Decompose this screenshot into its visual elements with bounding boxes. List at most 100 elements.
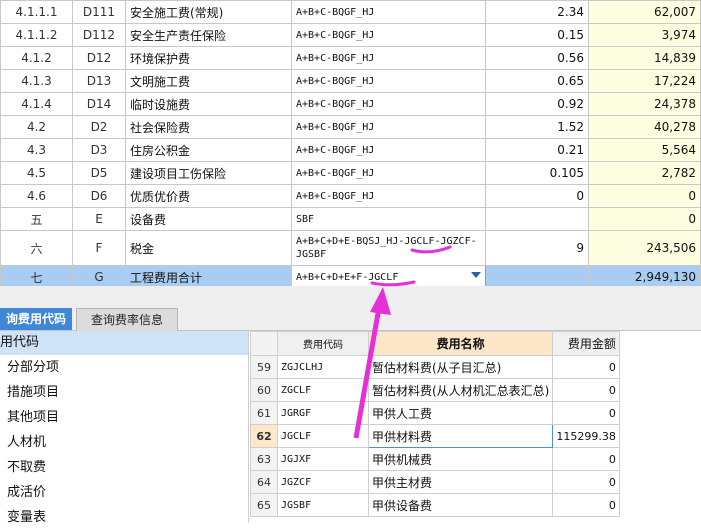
- tree-item[interactable]: 人材机: [0, 430, 248, 455]
- fee-formula-cell[interactable]: A+B+C-BQGF_HJ: [291, 23, 486, 47]
- fee-code-cell[interactable]: D14: [72, 92, 126, 116]
- fee-code-name-cell[interactable]: 甲供主材费: [367, 470, 554, 494]
- fee-formula-cell[interactable]: A+B+C-BQGF_HJ: [291, 69, 486, 93]
- fee-name-cell[interactable]: 环境保护费: [125, 46, 292, 70]
- fee-name-cell[interactable]: 安全施工费(常规): [125, 0, 292, 24]
- tree-root-item[interactable]: 用代码: [0, 331, 248, 355]
- fee-row[interactable]: 4.6 D6 优质优价费 A+B+C-BQGF_HJ 0 0: [0, 184, 701, 208]
- fee-seq-cell: 4.1.1.1: [0, 0, 73, 24]
- fee-code-cell[interactable]: D12: [72, 46, 126, 70]
- tree-item[interactable]: 其他项目: [0, 405, 248, 430]
- fee-formula-cell[interactable]: A+B+C-BQGF_HJ: [291, 46, 486, 70]
- fee-formula-cell[interactable]: SBF: [291, 207, 486, 231]
- fee-formula-cell[interactable]: A+B+C-BQGF_HJ: [291, 138, 486, 162]
- fee-rate-cell[interactable]: 0.65: [485, 69, 589, 93]
- fee-code-name-cell[interactable]: 暂估材料费(从子目汇总): [367, 355, 554, 379]
- fee-code-row[interactable]: 59 ZGJCLHJ 暂估材料费(从子目汇总) 0: [250, 355, 620, 379]
- fee-row[interactable]: 4.1.3 D13 文明施工费 A+B+C-BQGF_HJ 0.65 17,224: [0, 69, 701, 93]
- fee-rate-cell[interactable]: 2.34: [485, 0, 589, 24]
- fee-name-cell[interactable]: 安全生产责任保险: [125, 23, 292, 47]
- fee-name-cell[interactable]: 住房公积金: [125, 138, 292, 162]
- fee-amount-cell: 17,224: [588, 69, 701, 93]
- fee-row[interactable]: 4.1.2 D12 环境保护费 A+B+C-BQGF_HJ 0.56 14,839: [0, 46, 701, 70]
- fee-formula-cell[interactable]: A+B+C-BQGF_HJ: [291, 161, 486, 185]
- fee-rate-cell[interactable]: 1.52: [485, 115, 589, 139]
- fee-code-row[interactable]: 63 JGJXF 甲供机械费 0: [250, 447, 620, 471]
- tab-fee-rate-query[interactable]: 查询费率信息: [76, 308, 178, 331]
- fee-rate-cell[interactable]: 0: [485, 184, 589, 208]
- fee-row[interactable]: 4.1.1.2 D112 安全生产责任保险 A+B+C-BQGF_HJ 0.15 3,97…: [0, 23, 701, 47]
- fee-rate-cell[interactable]: 0.21: [485, 138, 589, 162]
- tree-item[interactable]: 不取费: [0, 455, 248, 480]
- fee-code-cell[interactable]: D112: [72, 23, 126, 47]
- fee-formula-cell[interactable]: A+B+C-BQGF_HJ: [291, 92, 486, 116]
- fee-row[interactable]: 4.5 D5 建设项目工伤保险 A+B+C-BQGF_HJ 0.105 2,782: [0, 161, 701, 185]
- fee-code-value-cell[interactable]: JGJXF: [277, 447, 369, 471]
- fee-row[interactable]: 4.1.1.1 D111 安全施工费(常规) A+B+C-BQGF_HJ 2.34 62,…: [0, 0, 701, 24]
- fee-code-value-cell[interactable]: JGZCF: [277, 470, 369, 494]
- fee-seq-cell: 4.6: [0, 184, 73, 208]
- fee-code-name-cell[interactable]: 甲供设备费: [367, 493, 554, 517]
- column-header-code[interactable]: 费用代码: [277, 331, 369, 356]
- fee-row[interactable]: 4.3 D3 住房公积金 A+B+C-BQGF_HJ 0.21 5,564: [0, 138, 701, 162]
- formula-editor-text[interactable]: A+B+C+D+E+F-JGCLF: [296, 272, 398, 283]
- fee-code-cell[interactable]: D5: [72, 161, 126, 185]
- fee-code-amount-cell: 0: [552, 401, 620, 425]
- fee-row[interactable]: 4.2 D2 社会保险费 A+B+C-BQGF_HJ 1.52 40,278: [0, 115, 701, 139]
- fee-rate-cell[interactable]: 9: [485, 230, 589, 266]
- fee-code-cell[interactable]: D111: [72, 0, 126, 24]
- fee-name-cell[interactable]: 文明施工费: [125, 69, 292, 93]
- fee-name-cell[interactable]: 社会保险费: [125, 115, 292, 139]
- fee-code-row[interactable]: 62 JGCLF 甲供材料费 115299.38: [250, 424, 620, 448]
- column-header-amount[interactable]: 费用金额: [552, 331, 620, 356]
- fee-code-name-cell[interactable]: 暂估材料费(从人材机汇总表汇总): [367, 378, 554, 402]
- fee-code-cell[interactable]: D13: [72, 69, 126, 93]
- fee-formula-cell[interactable]: A+B+C-BQGF_HJ: [291, 115, 486, 139]
- fee-code-row[interactable]: 65 JGSBF 甲供设备费 0: [250, 493, 620, 517]
- fee-code-value-cell[interactable]: ZGCLF: [277, 378, 369, 402]
- fee-row[interactable]: 4.1.4 D14 临时设施费 A+B+C-BQGF_HJ 0.92 24,378: [0, 92, 701, 116]
- splitter-area[interactable]: [0, 286, 701, 306]
- tree-item[interactable]: 变量表: [0, 505, 248, 530]
- fee-formula-cell[interactable]: A+B+C+D+E-BQSJ_HJ-JGCLF-JGZCF-JGSBF: [291, 230, 486, 266]
- fee-rate-cell[interactable]: [485, 207, 589, 231]
- fee-rate-cell[interactable]: 0.92: [485, 92, 589, 116]
- tree-item[interactable]: 分部分项: [0, 355, 248, 380]
- fee-code-row[interactable]: 61 JGRGF 甲供人工费 0: [250, 401, 620, 425]
- fee-rate-cell[interactable]: 0.105: [485, 161, 589, 185]
- fee-row[interactable]: 五 E 设备费 SBF 0: [0, 207, 701, 231]
- row-number-cell: 61: [250, 401, 278, 425]
- fee-row-tax[interactable]: 六 F 税金 A+B+C+D+E-BQSJ_HJ-JGCLF-JGZCF-JGSBF 9…: [0, 230, 701, 266]
- fee-amount-cell: 62,007: [588, 0, 701, 24]
- fee-code-amount-cell: 0: [552, 378, 620, 402]
- tree-item[interactable]: 成活价: [0, 480, 248, 505]
- fee-code-cell[interactable]: E: [72, 207, 126, 231]
- fee-code-row[interactable]: 64 JGZCF 甲供主材费 0: [250, 470, 620, 494]
- fee-code-value-cell[interactable]: JGRGF: [277, 401, 369, 425]
- fee-summary-body: 4.1.1.1 D111 安全施工费(常规) A+B+C-BQGF_HJ 2.34 62,…: [0, 0, 701, 289]
- fee-name-cell[interactable]: 税金: [125, 230, 292, 266]
- tree-item[interactable]: 措施项目: [0, 380, 248, 405]
- fee-code-name-cell[interactable]: 甲供材料费: [367, 424, 554, 448]
- dropdown-arrow-icon[interactable]: [471, 272, 481, 278]
- fee-name-cell[interactable]: 建设项目工伤保险: [125, 161, 292, 185]
- tab-fee-code-query[interactable]: 询费用代码: [0, 308, 72, 330]
- fee-code-cell[interactable]: D6: [72, 184, 126, 208]
- fee-code-name-cell[interactable]: 甲供机械费: [367, 447, 554, 471]
- fee-name-cell[interactable]: 临时设施费: [125, 92, 292, 116]
- column-header-name[interactable]: 费用名称: [367, 331, 554, 356]
- fee-name-cell[interactable]: 设备费: [125, 207, 292, 231]
- fee-rate-cell[interactable]: 0.15: [485, 23, 589, 47]
- fee-code-value-cell[interactable]: JGCLF: [277, 424, 369, 448]
- fee-code-value-cell[interactable]: JGSBF: [277, 493, 369, 517]
- fee-code-row[interactable]: 60 ZGCLF 暂估材料费(从人材机汇总表汇总) 0: [250, 378, 620, 402]
- fee-code-cell[interactable]: F: [72, 230, 126, 266]
- fee-code-cell[interactable]: D3: [72, 138, 126, 162]
- fee-formula-cell[interactable]: A+B+C-BQGF_HJ: [291, 0, 486, 24]
- fee-code-cell[interactable]: D2: [72, 115, 126, 139]
- fee-rate-cell[interactable]: 0.56: [485, 46, 589, 70]
- fee-formula-cell[interactable]: A+B+C-BQGF_HJ: [291, 184, 486, 208]
- fee-name-cell[interactable]: 优质优价费: [125, 184, 292, 208]
- fee-code-value-cell[interactable]: ZGJCLHJ: [277, 355, 369, 379]
- fee-code-name-cell[interactable]: 甲供人工费: [367, 401, 554, 425]
